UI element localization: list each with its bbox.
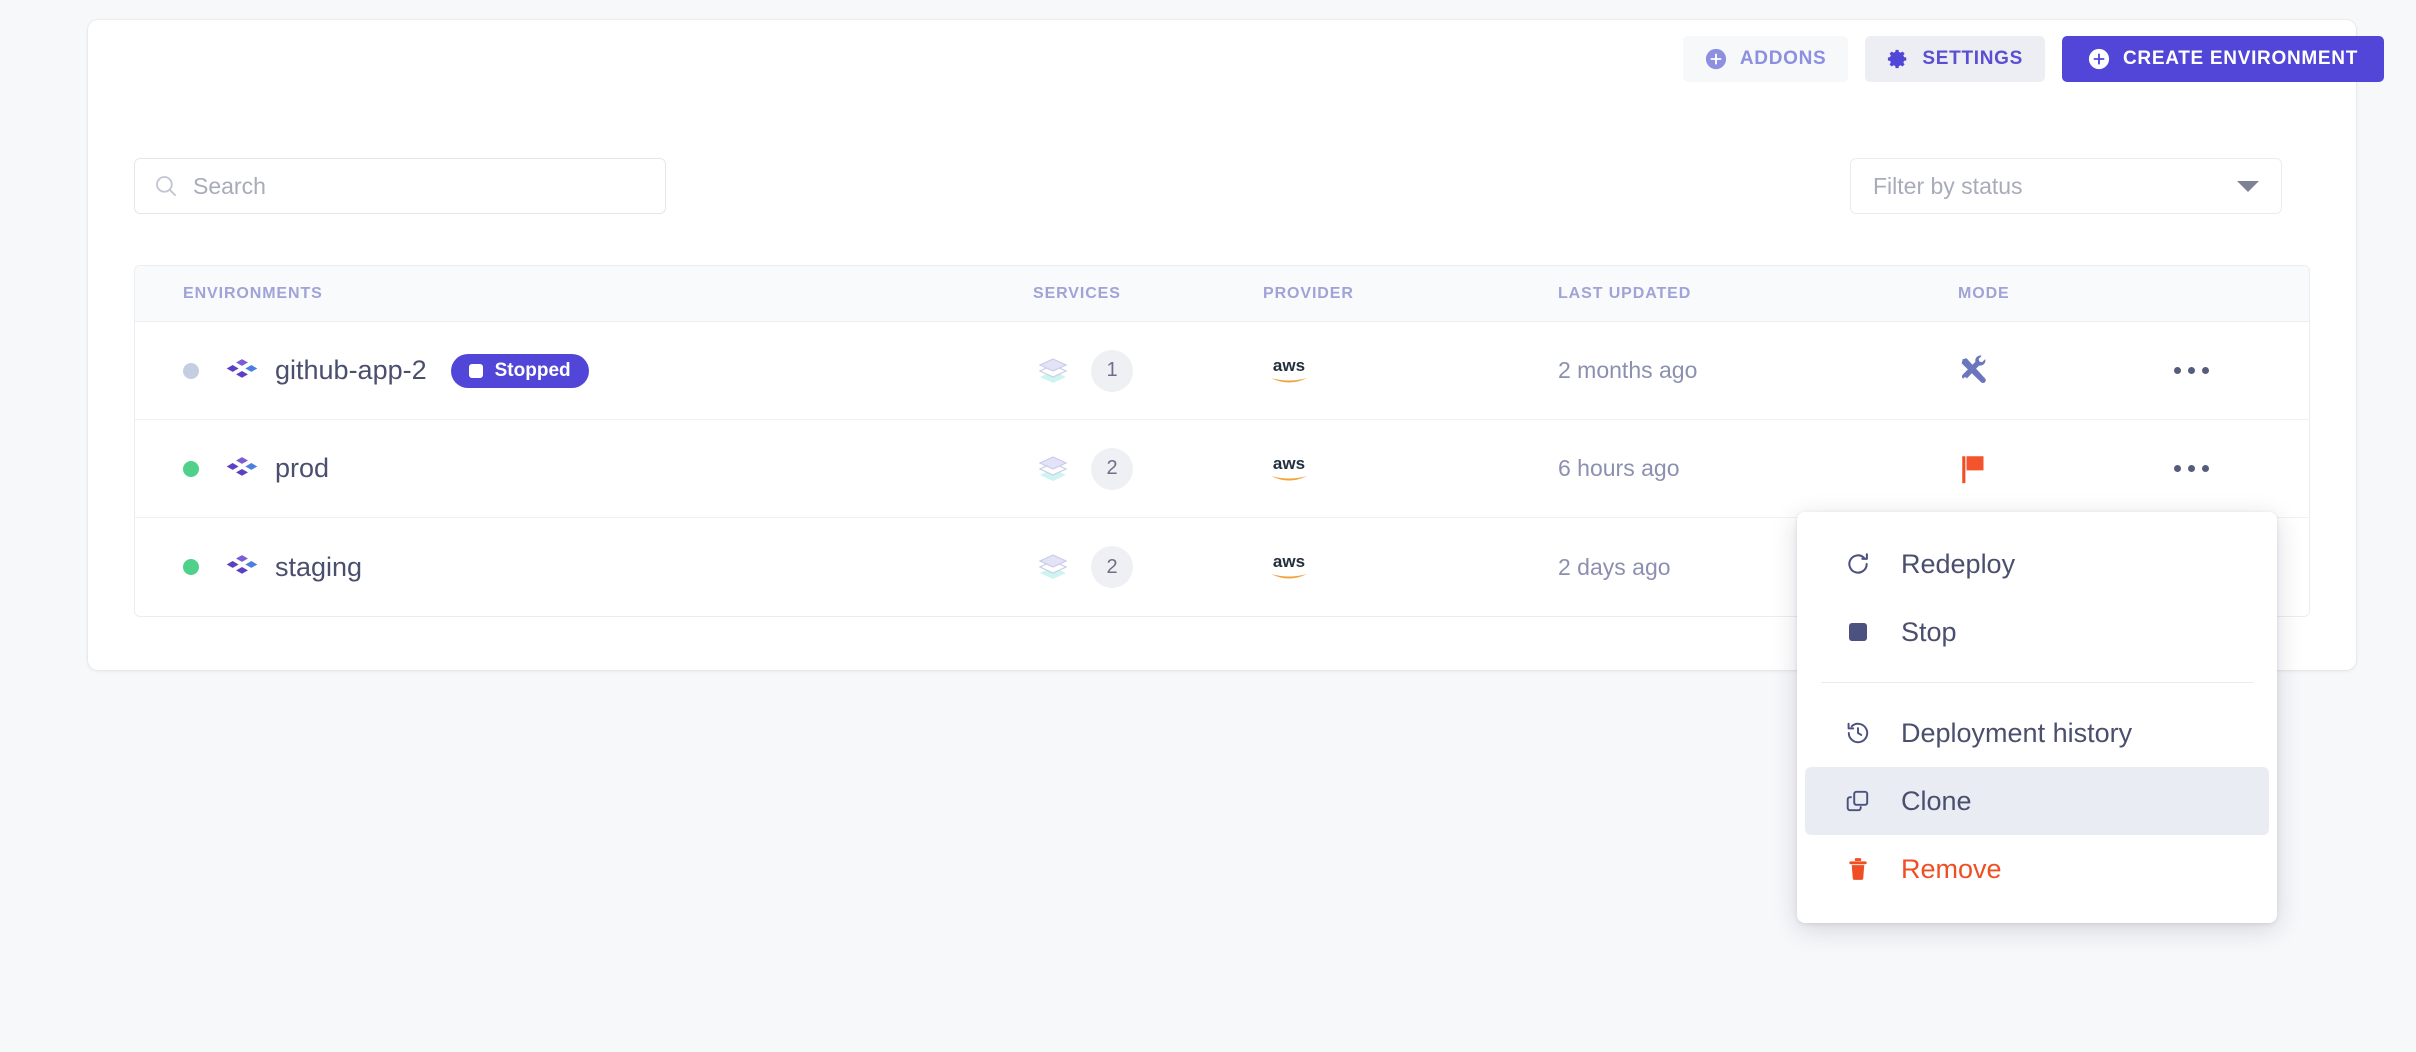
table-header-row: ENVIRONMENTS SERVICES PROVIDER LAST UPDA…: [135, 266, 2309, 322]
menu-item-label: Deployment history: [1901, 717, 2133, 748]
table-row[interactable]: prod 2 aws 6 hours ago: [135, 420, 2309, 518]
circle-plus-icon: [1705, 48, 1726, 70]
last-updated-value: 6 hours ago: [1558, 455, 1680, 481]
app-root: ADDONS SETTINGS CREATE ENVIRONMENT Searc…: [0, 0, 2416, 1052]
top-action-bar: ADDONS SETTINGS CREATE ENVIRONMENT: [1682, 36, 2384, 82]
environment-name: staging: [275, 551, 363, 582]
menu-item-clone[interactable]: Clone: [1805, 767, 2269, 835]
clone-icon: [1843, 788, 1873, 814]
row-actions-button[interactable]: [2168, 454, 2214, 484]
services-count: 2: [1091, 447, 1133, 490]
environment-cube-icon: [226, 358, 258, 378]
services-stack-icon: [1038, 455, 1068, 481]
services-stack-icon: [1038, 357, 1068, 383]
addons-button[interactable]: ADDONS: [1682, 36, 1849, 82]
search-icon: [156, 176, 177, 197]
last-updated-value: 2 days ago: [1558, 553, 1671, 580]
svg-text:aws: aws: [1273, 552, 1305, 571]
column-header-last-updated: LAST UPDATED: [1558, 284, 1692, 302]
status-badge-label: Stopped: [494, 359, 571, 381]
gear-icon: [1888, 49, 1907, 69]
column-header-mode: MODE: [1958, 284, 2010, 302]
menu-item-remove[interactable]: Remove: [1805, 835, 2269, 903]
environment-cube-icon: [226, 456, 258, 476]
stop-square-icon: [468, 363, 483, 378]
addons-label: ADDONS: [1739, 48, 1827, 69]
svg-text:aws: aws: [1273, 454, 1305, 473]
menu-item-label: Clone: [1901, 785, 1972, 816]
menu-item-label: Redeploy: [1901, 548, 2016, 579]
menu-item-redeploy[interactable]: Redeploy: [1805, 530, 2269, 598]
status-filter-select[interactable]: Filter by status: [1850, 158, 2282, 214]
chevron-down-icon: [2237, 180, 2259, 192]
create-environment-label: CREATE ENVIRONMENT: [2123, 48, 2358, 69]
row-actions-button[interactable]: [2168, 356, 2214, 386]
trash-icon: [1843, 856, 1873, 882]
circle-plus-icon: [2088, 48, 2110, 70]
production-mode-flag-icon: [1962, 455, 1984, 483]
table-row[interactable]: github-app-2 Stopped 1 aws 2 months ago: [135, 322, 2309, 420]
status-dot: [183, 460, 199, 477]
redeploy-icon: [1843, 551, 1873, 577]
menu-item-label: Stop: [1901, 616, 1957, 647]
last-updated-value: 2 months ago: [1558, 357, 1698, 383]
environment-cube-icon: [226, 555, 258, 574]
status-dot: [183, 559, 199, 575]
aws-provider-icon: aws: [1271, 552, 1307, 579]
services-count: 2: [1091, 546, 1133, 588]
menu-divider: [1821, 682, 2253, 683]
column-header-environments: ENVIRONMENTS: [183, 284, 323, 302]
status-dot: [183, 362, 199, 379]
svg-text:aws: aws: [1273, 356, 1305, 375]
aws-provider-icon: aws: [1271, 454, 1307, 480]
services-stack-icon: [1038, 554, 1068, 579]
environment-name: github-app-2: [275, 355, 427, 385]
menu-item-deployment-history[interactable]: Deployment history: [1805, 699, 2269, 767]
services-count: 1: [1091, 349, 1133, 392]
menu-item-stop[interactable]: Stop: [1805, 598, 2269, 666]
column-header-provider: PROVIDER: [1263, 284, 1354, 302]
settings-label: SETTINGS: [1922, 48, 2024, 69]
environment-name: prod: [275, 453, 330, 483]
status-filter-placeholder: Filter by status: [1873, 172, 2023, 199]
development-mode-tools-icon: [1961, 354, 1986, 383]
stop-icon: [1843, 623, 1873, 641]
history-icon: [1843, 720, 1873, 746]
search-input[interactable]: Search: [134, 158, 666, 214]
column-header-services: SERVICES: [1033, 284, 1121, 302]
search-placeholder: Search: [193, 172, 266, 199]
settings-button[interactable]: SETTINGS: [1865, 36, 2046, 82]
create-environment-button[interactable]: CREATE ENVIRONMENT: [2062, 36, 2384, 82]
aws-provider-icon: aws: [1271, 356, 1307, 382]
row-context-menu: Redeploy Stop Deployment history Clone R…: [1797, 512, 2277, 923]
status-badge: Stopped: [450, 353, 589, 388]
menu-item-label: Remove: [1901, 853, 2002, 884]
